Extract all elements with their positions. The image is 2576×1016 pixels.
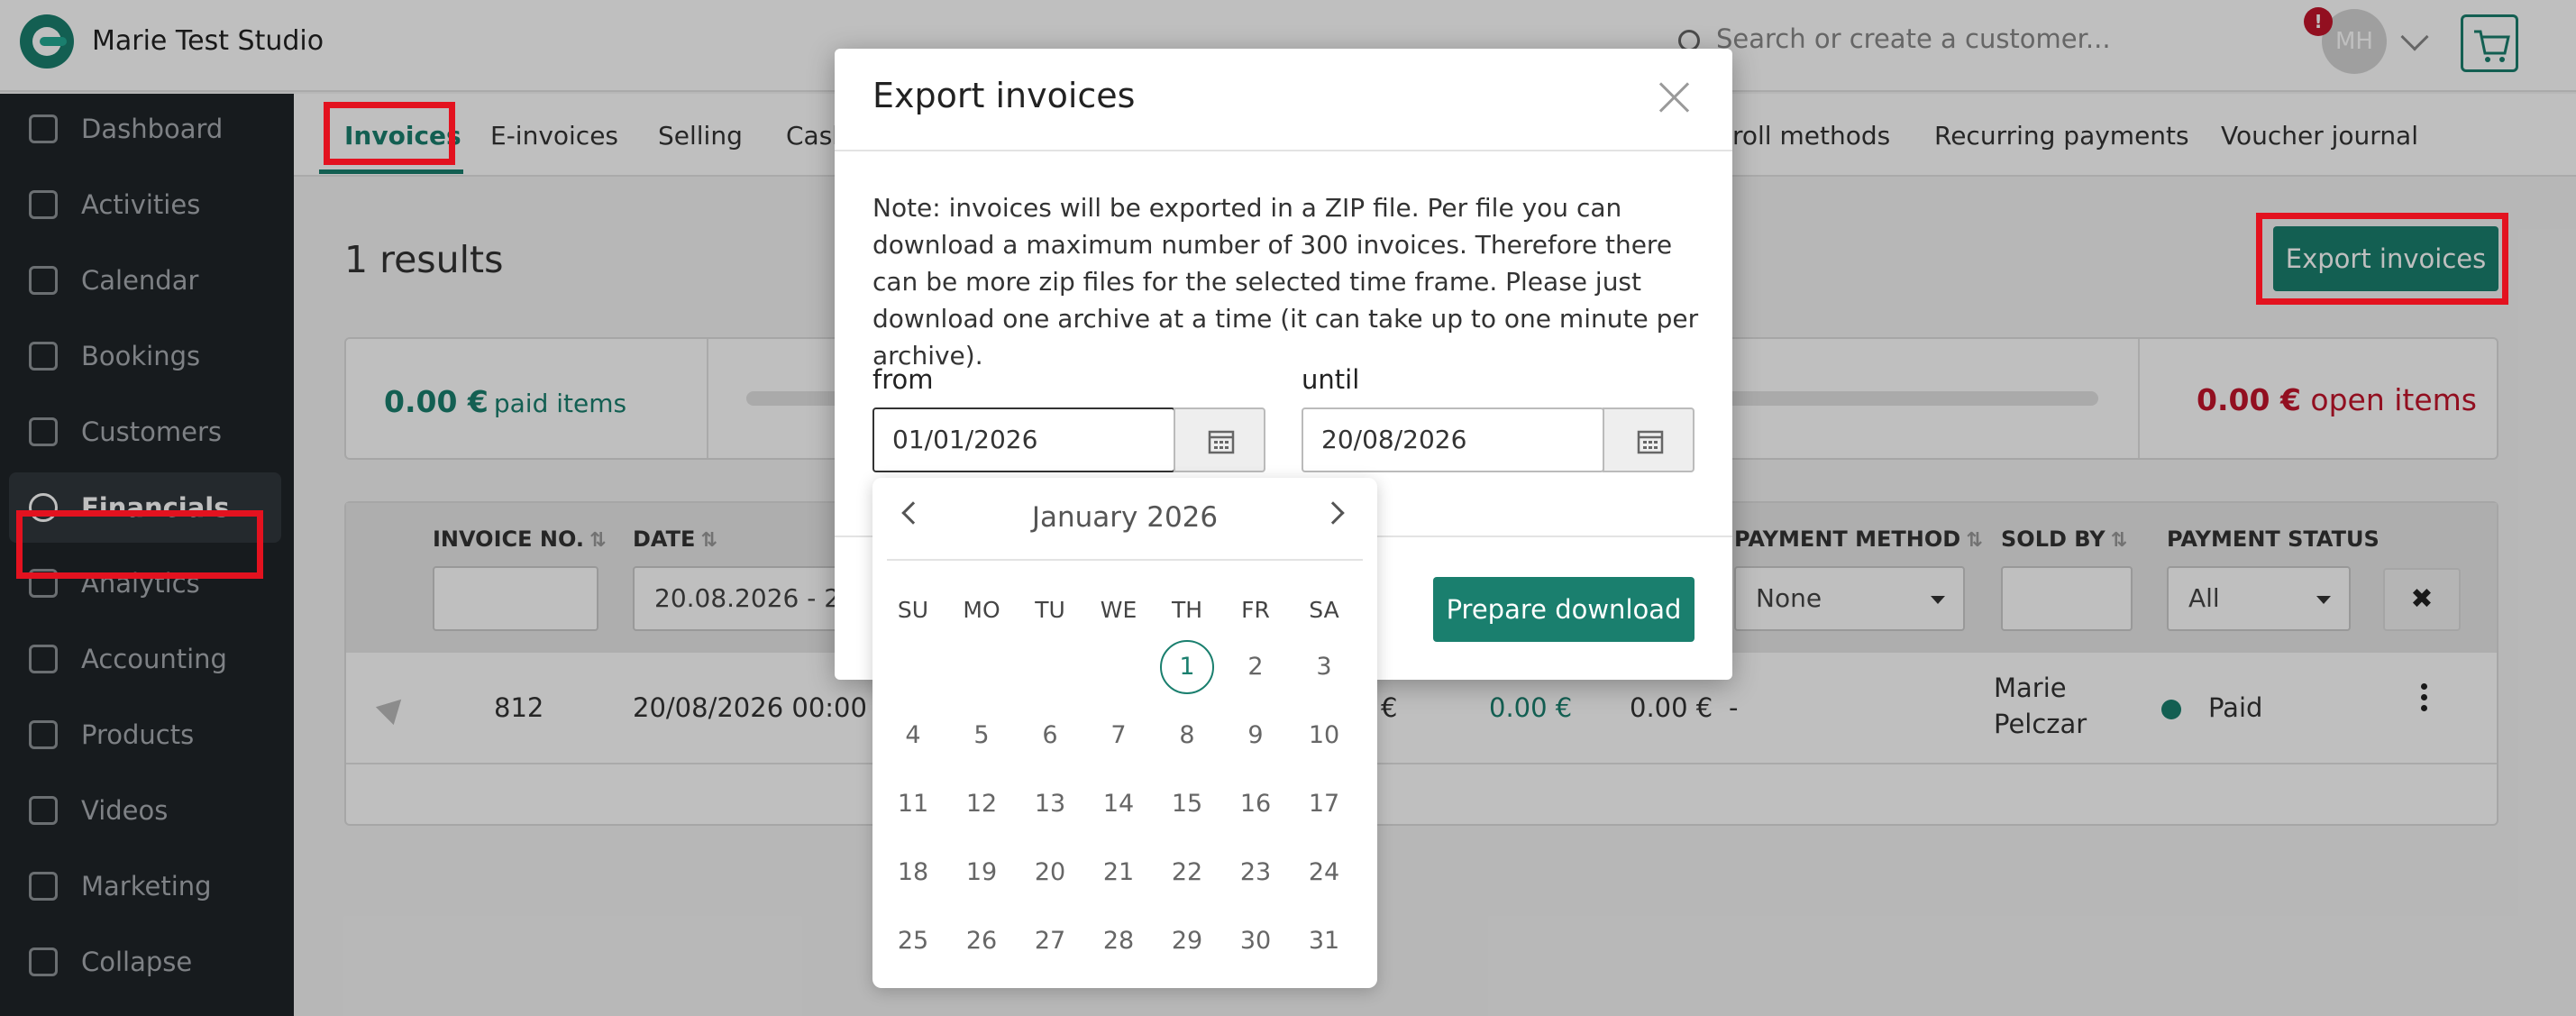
calendar-day[interactable]: 2 [1229,640,1283,694]
weekday-header: SU [897,597,929,623]
weekday-header: FR [1241,597,1270,623]
weekday-header: WE [1100,597,1137,623]
calendar-day[interactable]: 27 [1023,914,1077,968]
date-picker-popover: January 2026 SU MO TU WE TH FR SA 1 2 3 4 5 6 7 8 9 10 11… [872,478,1377,988]
divider [887,559,1363,561]
calendar-day[interactable]: 4 [886,709,940,763]
weekday-header: TH [1171,597,1203,623]
calendar-day[interactable]: 16 [1229,777,1283,831]
calendar-day[interactable]: 12 [955,777,1009,831]
calendar-day[interactable]: 24 [1297,846,1351,900]
calendar-day[interactable]: 26 [955,914,1009,968]
calendar-day[interactable]: 17 [1297,777,1351,831]
calendar-day[interactable]: 7 [1092,709,1146,763]
calendar-day[interactable]: 30 [1229,914,1283,968]
highlight-financials [16,510,263,579]
from-date-input[interactable]: 01/01/2026 [872,407,1175,472]
modal-title: Export invoices [872,76,1136,115]
calendar-day[interactable]: 25 [886,914,940,968]
calendar-day[interactable]: 18 [886,846,940,900]
from-calendar-button[interactable] [1174,407,1265,472]
until-date-input[interactable]: 20/08/2026 [1302,407,1604,472]
close-icon[interactable] [1658,81,1691,114]
divider [835,150,1732,151]
calendar-day[interactable]: 21 [1092,846,1146,900]
calendar-icon [1637,430,1664,454]
weekday-header: SA [1309,597,1339,623]
calendar-day[interactable]: 22 [1160,846,1214,900]
calendar-day[interactable]: 23 [1229,846,1283,900]
from-label: from [872,364,934,395]
highlight-export-button [2256,213,2508,305]
calendar-day[interactable]: 31 [1297,914,1351,968]
calendar-day[interactable]: 13 [1023,777,1077,831]
calendar-day[interactable]: 15 [1160,777,1214,831]
weekday-header: MO [963,597,1000,623]
calendar-month-label: January 2026 [1031,501,1219,534]
export-note: Note: invoices will be exported in a ZIP… [872,193,1699,371]
calendar-day[interactable]: 5 [955,709,1009,763]
calendar-day-selected[interactable]: 1 [1160,640,1214,694]
calendar-day[interactable]: 9 [1229,709,1283,763]
calendar-day[interactable]: 29 [1160,914,1214,968]
highlight-invoices-tab [324,102,455,165]
prepare-download-button[interactable]: Prepare download [1433,577,1694,642]
calendar-icon [1208,430,1235,454]
calendar-day[interactable]: 14 [1092,777,1146,831]
weekday-header: TU [1035,597,1065,623]
calendar-day[interactable]: 28 [1092,914,1146,968]
calendar-day[interactable]: 20 [1023,846,1077,900]
calendar-day[interactable]: 3 [1297,640,1351,694]
calendar-day[interactable]: 19 [955,846,1009,900]
until-calendar-button[interactable] [1603,407,1694,472]
calendar-day[interactable]: 11 [886,777,940,831]
calendar-day[interactable]: 6 [1023,709,1077,763]
calendar-day[interactable]: 10 [1297,709,1351,763]
calendar-day[interactable]: 8 [1160,709,1214,763]
until-label: until [1302,364,1360,395]
